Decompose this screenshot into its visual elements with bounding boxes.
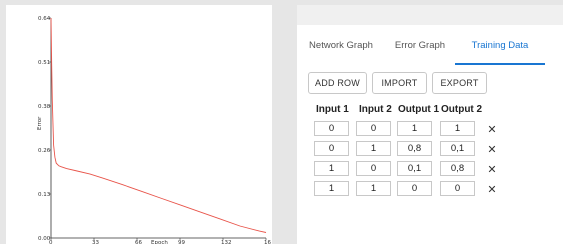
tab-network-graph[interactable]: Network Graph xyxy=(297,25,385,65)
y-tick-label: 0.51 xyxy=(38,60,50,66)
export-button[interactable]: EXPORT xyxy=(432,72,487,94)
cell-r1-c2[interactable]: 0 xyxy=(356,121,391,136)
panel-gutter xyxy=(287,5,297,244)
panel-top-strip xyxy=(287,5,563,25)
cell-r2-c3[interactable]: 0,8 xyxy=(397,141,432,156)
x-tick-label: 16 xyxy=(264,240,271,244)
cell-r1-c1[interactable]: 0 xyxy=(314,121,349,136)
error-chart: 0.000.130.260.380.510.640 33 66 99 132 16Erro… xyxy=(37,16,271,244)
column-header-input-2: Input 2 xyxy=(359,104,392,115)
x-tick-label: 132 xyxy=(221,240,232,244)
cell-r4-c3[interactable]: 0 xyxy=(397,181,432,196)
cell-r1-c3[interactable]: 1 xyxy=(397,121,432,136)
tab-bar: Network Graph Error Graph Training Data xyxy=(297,25,563,65)
x-axis-label: Epoch xyxy=(151,240,168,244)
error-series-line xyxy=(50,17,267,233)
import-button[interactable]: IMPORT xyxy=(372,72,427,94)
toolbar: ADD ROW IMPORT EXPORT xyxy=(308,72,487,94)
tab-error-graph[interactable]: Error Graph xyxy=(385,25,455,65)
error-chart-panel: 0.00 0.13 0.26 0.38 0.51 0.64 0 33 66 99 132 16 Erro… xyxy=(0,0,272,244)
add-row-button[interactable]: ADD ROW xyxy=(308,72,367,94)
cell-r2-c4[interactable]: 0,1 xyxy=(440,141,475,156)
delete-row-icon[interactable]: ✕ xyxy=(486,163,498,176)
x-tick-label: 33 xyxy=(92,240,99,244)
x-tick-label: 66 xyxy=(135,240,142,244)
x-tick-label: 0 xyxy=(49,240,53,244)
cell-r1-c4[interactable]: 1 xyxy=(440,121,475,136)
x-tick-label: 99 xyxy=(178,240,185,244)
column-header-input-1: Input 1 xyxy=(316,104,349,115)
cell-r4-c2[interactable]: 1 xyxy=(356,181,391,196)
y-tick-label: 0.26 xyxy=(38,148,51,154)
cell-r3-c4[interactable]: 0,8 xyxy=(440,161,475,176)
cell-r4-c1[interactable]: 1 xyxy=(314,181,349,196)
column-header-output-1: Output 1 xyxy=(398,104,440,115)
cell-r3-c3[interactable]: 0,1 xyxy=(397,161,432,176)
y-tick-label: 0.38 xyxy=(38,104,51,110)
delete-row-icon[interactable]: ✕ xyxy=(486,183,498,196)
delete-row-icon[interactable]: ✕ xyxy=(486,123,498,136)
cell-r3-c1[interactable]: 1 xyxy=(314,161,349,176)
cell-r3-c2[interactable]: 0 xyxy=(356,161,391,176)
y-tick-label: 0.64 xyxy=(38,16,51,22)
delete-row-icon[interactable]: ✕ xyxy=(486,143,498,156)
y-axis-label: Error xyxy=(37,116,43,130)
column-header-output-2: Output 2 xyxy=(441,104,483,115)
y-tick-label: 0.13 xyxy=(38,192,51,198)
cell-r2-c1[interactable]: 0 xyxy=(314,141,349,156)
cell-r2-c2[interactable]: 1 xyxy=(356,141,391,156)
tab-training-data[interactable]: Training Data xyxy=(455,25,545,65)
cell-r4-c4[interactable]: 0 xyxy=(440,181,475,196)
